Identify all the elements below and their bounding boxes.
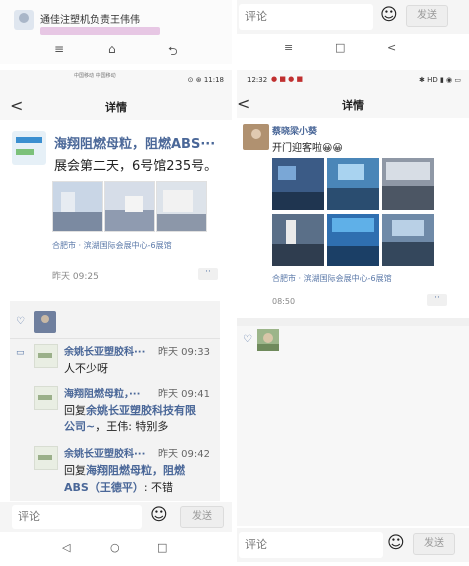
- comment-input[interactable]: [239, 532, 383, 558]
- comment-input-bar: ☺ 发送: [237, 528, 469, 562]
- post-more-button[interactable]: ··: [198, 268, 218, 280]
- nav-back-icon[interactable]: ◁: [62, 541, 70, 554]
- top-comment-input[interactable]: [239, 4, 373, 30]
- notification-preview-redacted: [40, 27, 160, 35]
- heart-icon: ♡: [243, 334, 252, 345]
- photo-2: [327, 158, 379, 210]
- comment-reply-line-2: ABS（王德平）: 不错: [64, 481, 174, 494]
- status-bar: 中国移动 中国移动 ⊙ ⊛ 11:18: [0, 70, 232, 90]
- notification-avatar: [14, 10, 34, 30]
- photo-6: [382, 214, 434, 266]
- reply-target[interactable]: 余姚长亚塑胶科技有限: [86, 404, 196, 417]
- top-input-bar: ☺ 发送: [237, 0, 469, 34]
- reply-target-cont[interactable]: ABS（王德平）: [64, 481, 144, 494]
- system-nav-bar: ◁ ○ □: [0, 536, 232, 562]
- comment-author[interactable]: 余姚长亚塑胶科···: [64, 343, 145, 358]
- send-button[interactable]: 发送: [180, 506, 224, 528]
- comment-icon: ▭: [16, 348, 25, 358]
- send-button[interactable]: 发送: [406, 5, 448, 27]
- menu-icon[interactable]: ≡: [54, 42, 64, 56]
- post-photo-grid[interactable]: [272, 158, 434, 268]
- reply-prefix: 回复: [64, 404, 86, 417]
- comment-text: 人不少呀: [64, 362, 108, 375]
- post-photo-2[interactable]: [104, 181, 155, 232]
- comment-reply-line-1: 回复余姚长亚塑胶科技有限: [64, 402, 196, 418]
- right-screenshot: ☺ 发送 ≡ □ < 12:32 ● ■ ● ■ ✱ HD ▮ ◉ ▭ < 详情…: [237, 0, 469, 566]
- back-icon[interactable]: <: [387, 41, 396, 54]
- comment-author[interactable]: 余姚长亚塑胶科···: [64, 445, 145, 460]
- reply-prefix: 回复: [64, 464, 86, 477]
- post-author-avatar[interactable]: [243, 124, 269, 150]
- emoji-icon[interactable]: ☺: [150, 505, 168, 525]
- post-more-button[interactable]: ··: [427, 294, 447, 306]
- photo-3: [382, 158, 434, 210]
- comment-reply-line-2: 公司~，王伟: 特别多: [64, 420, 169, 433]
- comment-reply-line-1: 回复海翔阻燃母粒，阻燃: [64, 462, 185, 478]
- post-time: 08:50: [272, 297, 296, 306]
- post-author-avatar[interactable]: [12, 131, 46, 165]
- heart-icon: ♡: [16, 316, 25, 327]
- post-text: 开门迎客啦😀😀: [272, 143, 343, 154]
- post-author-name[interactable]: 蔡晓梁小葵: [272, 124, 317, 137]
- status-bar: 12:32 ● ■ ● ■ ✱ HD ▮ ◉ ▭: [237, 70, 469, 90]
- status-right: ⊙ ⊛ 11:18: [187, 76, 224, 84]
- notification-nav: ≡ ⌂ ⮌: [0, 42, 232, 58]
- comment-author[interactable]: 海翔阻燃母粒，···: [64, 385, 140, 400]
- spacer: [237, 318, 469, 326]
- home-icon[interactable]: ⌂: [108, 42, 116, 56]
- comment-input[interactable]: [12, 505, 142, 529]
- page-title: 详情: [342, 99, 364, 112]
- post-text: 展会第二天，6号馆235号。: [54, 159, 218, 174]
- comment-area: ♡ ▭ 余姚长亚塑胶科··· 昨天 09:33 人不少呀 海翔阻燃母粒，··· …: [10, 301, 220, 501]
- comment-time: 昨天 09:41: [158, 389, 210, 400]
- post-time: 昨天 09:25: [52, 272, 99, 282]
- notification-banner[interactable]: 通佳注塑机负责王伟伟 ≡ ⌂ ⮌: [0, 0, 232, 64]
- back-icon[interactable]: ⮌: [168, 42, 178, 63]
- liker-avatar[interactable]: [34, 311, 56, 333]
- reply-target[interactable]: 海翔阻燃母粒，阻燃: [86, 464, 185, 477]
- send-button[interactable]: 发送: [413, 533, 455, 555]
- status-right: ✱ HD ▮ ◉ ▭: [419, 76, 461, 84]
- divider: [10, 338, 220, 339]
- photo-4: [272, 214, 324, 266]
- post-location[interactable]: 合肥市 · 滨湖国际会展中心-6展馆: [272, 273, 392, 284]
- post-photo-1[interactable]: [52, 181, 103, 232]
- emoji-icon[interactable]: ☺: [387, 533, 405, 553]
- photo-1: [272, 158, 324, 210]
- system-nav-bar-top: ≡ □ <: [237, 36, 469, 62]
- comment-input-bar: ☺ 发送: [0, 502, 232, 532]
- reply-target-cont[interactable]: 公司~: [64, 420, 95, 433]
- carrier-text: 中国移动 中国移动: [74, 73, 116, 79]
- post-location[interactable]: 合肥市 · 滨湖国际会展中心-6展馆: [52, 240, 172, 251]
- left-screenshot: 通佳注塑机负责王伟伟 ≡ ⌂ ⮌ 中国移动 中国移动 ⊙ ⊛ 11:18 < 详…: [0, 0, 232, 566]
- photo-5: [327, 214, 379, 266]
- commenter-avatar[interactable]: [34, 344, 58, 368]
- nav-recents-icon[interactable]: □: [157, 541, 167, 554]
- square-icon[interactable]: □: [335, 41, 345, 54]
- app-notification-icons: ● ■ ● ■: [271, 75, 304, 83]
- commenter-avatar[interactable]: [34, 446, 58, 470]
- nav-home-icon[interactable]: ○: [110, 541, 120, 554]
- likes-row: ♡: [237, 326, 469, 356]
- commenter-avatar[interactable]: [34, 386, 58, 410]
- status-time: 12:32: [247, 76, 268, 84]
- empty-area: [237, 356, 469, 526]
- page-title: 详情: [105, 101, 127, 114]
- emoji-icon[interactable]: ☺: [380, 5, 398, 25]
- menu-icon[interactable]: ≡: [284, 41, 293, 54]
- detail-header: < 详情: [237, 88, 469, 118]
- detail-header: < 详情: [0, 90, 232, 120]
- post-author-name[interactable]: 海翔阻燃母粒，阻燃ABS···: [54, 133, 224, 152]
- post-photo-3[interactable]: [156, 181, 207, 232]
- liker-avatar[interactable]: [257, 329, 279, 351]
- comment-time: 昨天 09:33: [158, 347, 210, 358]
- comment-time: 昨天 09:42: [158, 449, 210, 460]
- notification-title: 通佳注塑机负责王伟伟: [40, 15, 140, 26]
